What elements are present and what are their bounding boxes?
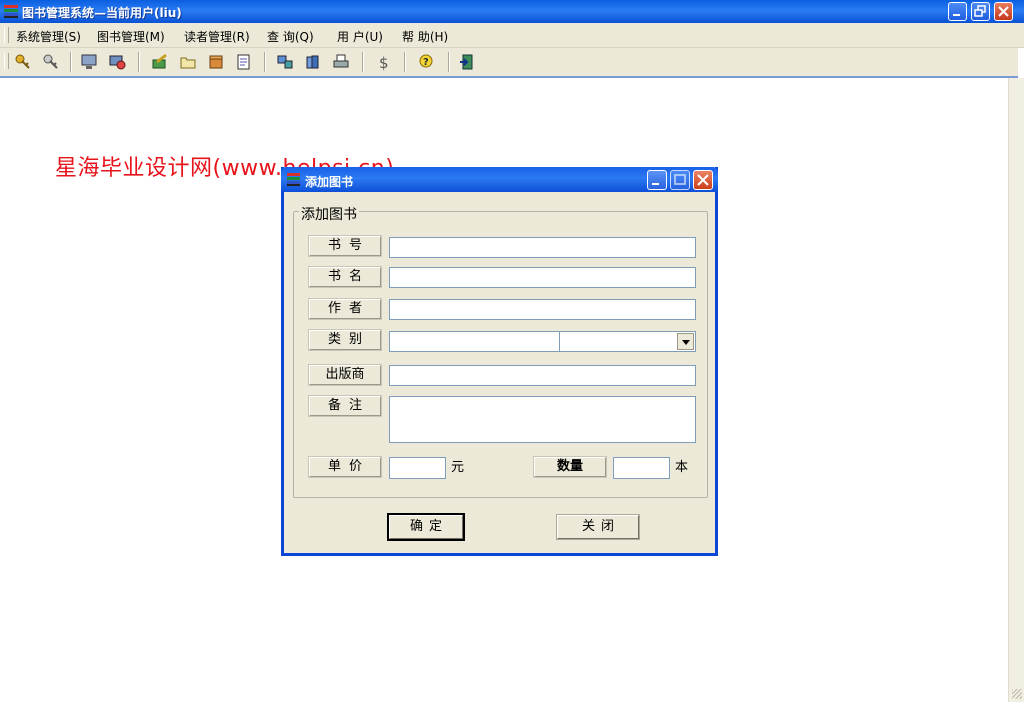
minimize-button[interactable] xyxy=(948,2,967,21)
monitor-icon[interactable] xyxy=(80,53,98,71)
category-input[interactable] xyxy=(389,331,560,352)
close-icon xyxy=(697,174,709,186)
printer-icon[interactable] xyxy=(332,53,350,71)
remarks-textarea[interactable] xyxy=(389,396,696,443)
label-author: 作者 xyxy=(308,298,382,320)
svg-text:?: ? xyxy=(423,57,429,68)
toolbar: $ ? xyxy=(0,48,1018,78)
books-app-icon xyxy=(287,173,300,186)
category-select[interactable] xyxy=(559,331,696,352)
label-remarks: 备注 xyxy=(308,395,382,417)
label-book-no: 书号 xyxy=(308,235,382,257)
folder-icon[interactable] xyxy=(179,53,197,71)
close-button[interactable]: 关闭 xyxy=(556,514,640,540)
restore-button[interactable] xyxy=(971,2,990,21)
maximize-icon xyxy=(674,174,686,185)
svg-text:$: $ xyxy=(379,54,389,71)
menu-query[interactable]: 查 询(Q) xyxy=(267,28,314,45)
label-quantity: 数量 xyxy=(533,456,607,478)
minimize-icon xyxy=(652,183,659,185)
menu-help[interactable]: 帮 助(H) xyxy=(402,28,448,45)
books-app-icon xyxy=(4,5,18,18)
label-category: 类别 xyxy=(308,329,382,351)
resize-grip[interactable] xyxy=(1012,689,1022,699)
main-title-bar: 图书管理系统—当前用户(liu) xyxy=(0,0,1024,23)
book-name-input[interactable] xyxy=(389,267,696,288)
notepad-icon[interactable] xyxy=(235,53,253,71)
box-icon[interactable] xyxy=(207,53,225,71)
quantity-unit: 本 xyxy=(675,460,689,475)
label-publisher: 出版商 xyxy=(308,364,382,386)
price-input[interactable] xyxy=(389,457,446,479)
edit-book-icon[interactable] xyxy=(151,53,169,71)
minimize-icon xyxy=(953,14,960,16)
price-unit: 元 xyxy=(451,460,465,475)
books-icon[interactable] xyxy=(304,53,322,71)
dialog-title-bar[interactable]: 添加图书 xyxy=(281,167,718,192)
publisher-input[interactable] xyxy=(389,365,696,386)
menu-users[interactable]: 用 户(U) xyxy=(337,28,383,45)
dialog-close-button[interactable] xyxy=(693,170,713,190)
groupbox-caption: 添加图书 xyxy=(299,204,359,224)
menu-bar: 系统管理(S) 图书管理(M) 读者管理(R) 查 询(Q) 用 户(U) 帮 … xyxy=(0,23,1024,48)
users-icon[interactable] xyxy=(108,53,126,71)
ok-button[interactable]: 确定 xyxy=(387,513,465,541)
restore-icon xyxy=(974,5,986,17)
dialog-maximize-button xyxy=(670,170,690,190)
scrollbar-vertical[interactable] xyxy=(1008,78,1024,702)
menu-system[interactable]: 系统管理(S) xyxy=(16,28,81,45)
menu-books[interactable]: 图书管理(M) xyxy=(97,28,165,45)
add-book-dialog: 添加图书 添加图书 书号 书名 作者 类别 出版商 备注 单价 元 数量 本 确… xyxy=(281,167,718,556)
menu-grip xyxy=(4,27,9,43)
quantity-input[interactable] xyxy=(613,457,670,479)
dialog-minimize-button[interactable] xyxy=(647,170,667,190)
dollar-icon[interactable]: $ xyxy=(374,53,392,71)
close-icon xyxy=(998,6,1009,17)
author-input[interactable] xyxy=(389,299,696,320)
dialog-title: 添加图书 xyxy=(305,175,354,189)
label-price: 单价 xyxy=(308,456,382,478)
key-alt-icon[interactable] xyxy=(42,53,60,71)
close-window-button[interactable] xyxy=(994,2,1013,21)
chevron-down-icon[interactable] xyxy=(677,333,694,350)
window-title: 图书管理系统—当前用户(liu) xyxy=(22,6,182,20)
exit-door-icon[interactable] xyxy=(459,53,477,71)
menu-readers[interactable]: 读者管理(R) xyxy=(184,28,250,45)
book-no-input[interactable] xyxy=(389,237,696,258)
label-book-name: 书名 xyxy=(308,266,382,288)
network-icon[interactable] xyxy=(276,53,294,71)
key-icon[interactable] xyxy=(14,53,32,71)
help-icon[interactable]: ? xyxy=(417,53,435,71)
toolbar-grip xyxy=(4,53,9,69)
